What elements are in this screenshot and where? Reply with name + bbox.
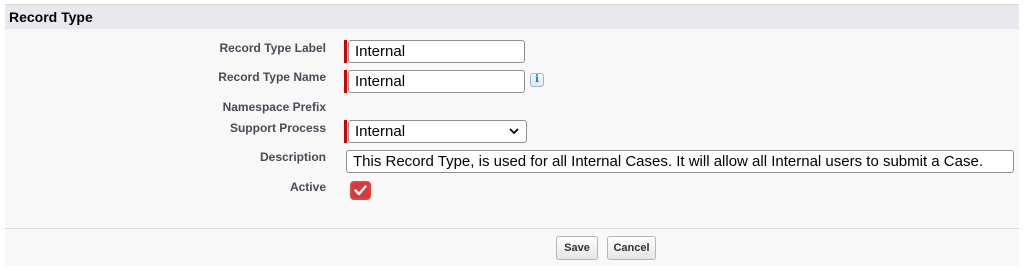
required-indicator	[344, 70, 347, 93]
footer-divider	[5, 228, 1019, 229]
support-process-label: Support Process	[229, 121, 326, 135]
active-checkbox[interactable]	[350, 181, 371, 200]
checkmark-icon	[354, 185, 367, 196]
required-indicator	[344, 120, 347, 143]
record-type-label-label: Record Type Label	[219, 41, 326, 55]
cancel-button[interactable]: Cancel	[607, 236, 656, 260]
section-title: Record Type	[9, 9, 93, 25]
namespace-prefix-label: Namespace Prefix	[222, 100, 326, 114]
record-type-name-input[interactable]: Internal	[348, 70, 525, 93]
record-type-name-label: Record Type Name	[218, 70, 326, 84]
required-indicator	[344, 40, 347, 63]
record-type-label-input[interactable]: Internal	[348, 40, 525, 63]
section-header: Record Type	[5, 4, 1019, 29]
info-icon[interactable]: i	[530, 73, 544, 87]
support-process-select[interactable]: Internal	[348, 120, 527, 143]
active-label: Active	[289, 180, 326, 194]
chevron-down-icon	[509, 128, 519, 135]
save-button[interactable]: Save	[556, 236, 598, 260]
support-process-selected-value: Internal	[355, 123, 406, 140]
description-input[interactable]: This Record Type, is used for all Intern…	[346, 150, 1014, 173]
description-label: Description	[259, 150, 326, 164]
